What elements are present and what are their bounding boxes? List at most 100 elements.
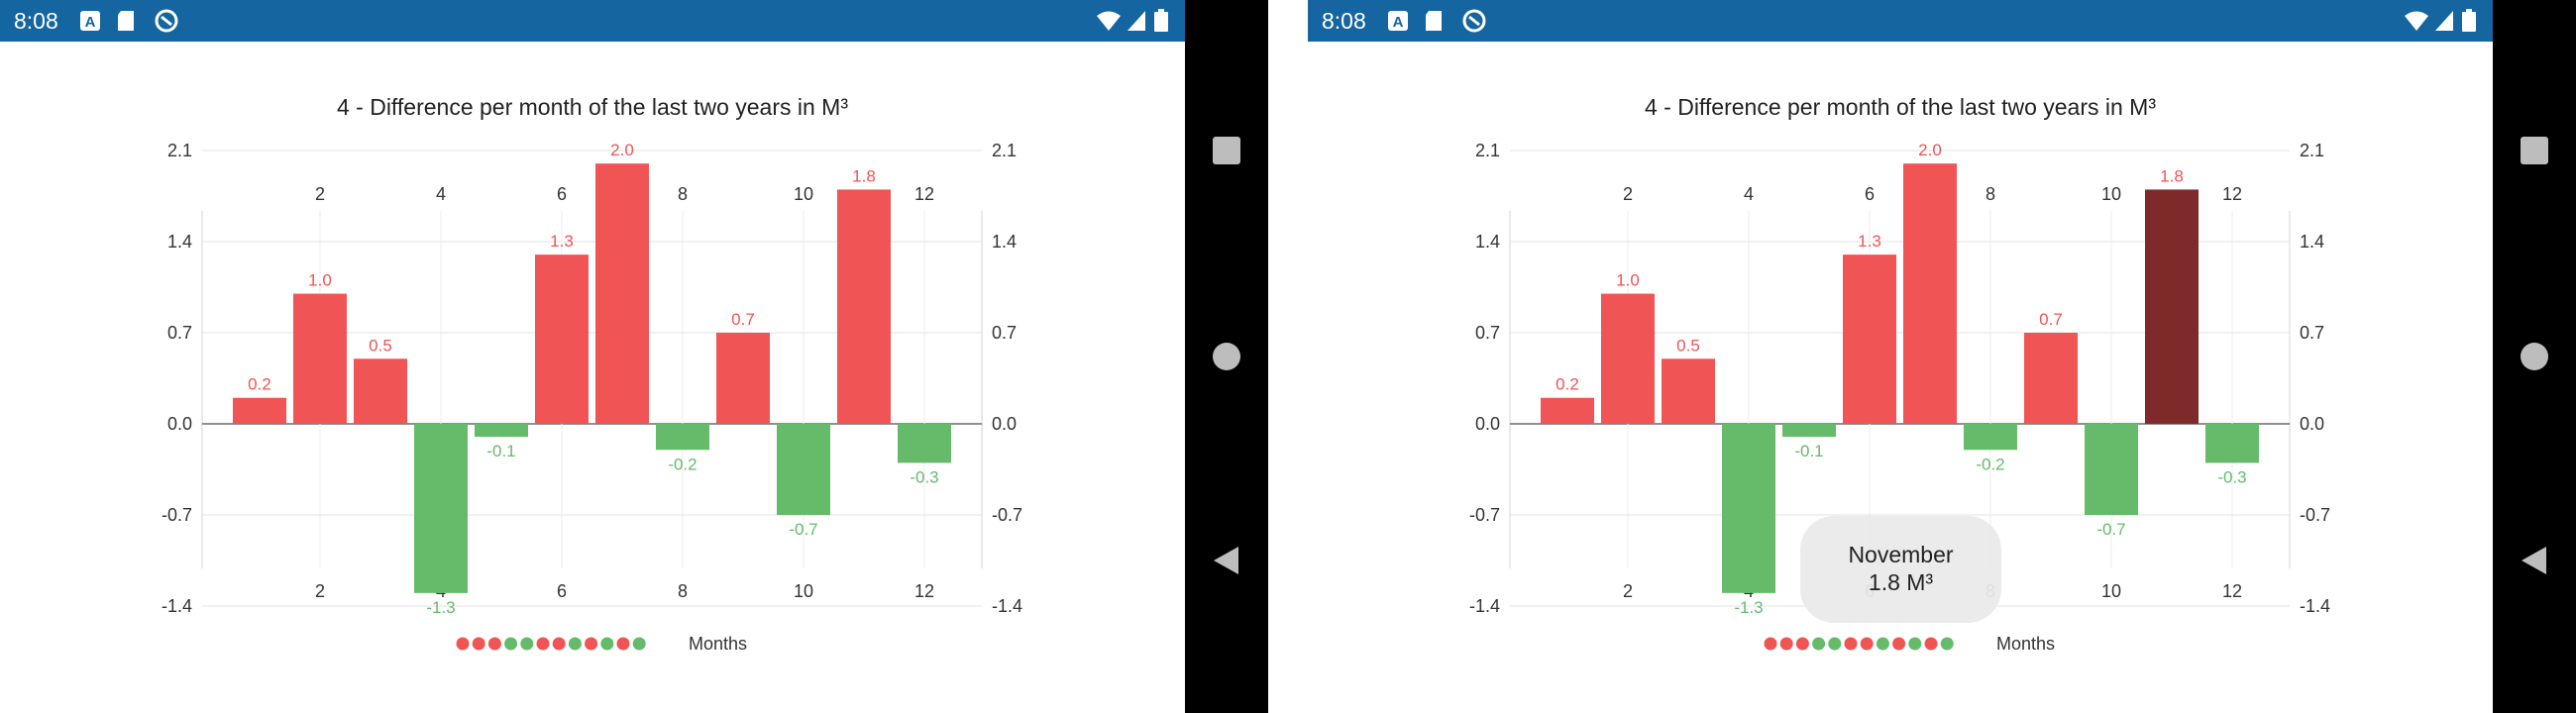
legend-dot xyxy=(616,637,630,651)
x-tick-label-top: 10 xyxy=(2101,184,2121,204)
legend-dot xyxy=(1764,637,1777,651)
bar-data-label: 2.0 xyxy=(1918,141,1942,159)
phone-screen-left: 8:08 A 4 - Difference per month of the l… xyxy=(0,0,1268,713)
bar[interactable] xyxy=(1782,424,1836,438)
x-tick-label-bottom: 10 xyxy=(794,581,813,601)
x-tick-label-top: 2 xyxy=(315,184,325,204)
recents-icon[interactable] xyxy=(2517,133,2552,168)
legend-dot xyxy=(1892,637,1906,651)
navigation-bar xyxy=(1185,0,1268,713)
x-tick-label-top: 4 xyxy=(1744,184,1754,204)
bar[interactable] xyxy=(1662,358,1715,424)
bar[interactable] xyxy=(595,163,649,424)
bar[interactable] xyxy=(2145,189,2199,424)
bar[interactable] xyxy=(1601,293,1655,424)
legend-dot xyxy=(585,637,598,651)
y-tick-label-left: -0.7 xyxy=(161,505,192,525)
y-tick-label-right: -0.7 xyxy=(2300,505,2330,525)
bar[interactable] xyxy=(656,424,709,451)
legend-dot xyxy=(1828,637,1842,651)
bar[interactable] xyxy=(414,424,468,593)
bar[interactable] xyxy=(777,424,830,515)
x-tick-label-bottom: 12 xyxy=(2222,581,2242,601)
x-tick-label-top: 10 xyxy=(794,184,813,204)
bar[interactable] xyxy=(837,189,891,424)
legend-dot xyxy=(1779,637,1793,651)
home-icon[interactable] xyxy=(1209,339,1244,374)
bar[interactable] xyxy=(475,424,528,438)
bar[interactable] xyxy=(898,424,951,463)
bar[interactable] xyxy=(535,255,589,424)
legend-dot xyxy=(536,637,550,651)
bar-data-label: -0.1 xyxy=(1794,442,1823,460)
y-tick-label-left: 0.7 xyxy=(167,323,192,343)
bar-data-label: -0.2 xyxy=(668,455,697,473)
legend-dot xyxy=(552,637,566,651)
bar[interactable] xyxy=(293,293,347,424)
y-tick-label-left: 1.4 xyxy=(167,232,192,252)
legend-dot xyxy=(504,637,518,651)
x-tick-label-top: 8 xyxy=(678,184,688,204)
legend-dot xyxy=(1795,637,1809,651)
x-tick-label-top: 12 xyxy=(914,184,934,204)
bar-tooltip: November 1.8 M³ xyxy=(1800,516,2001,623)
bar[interactable] xyxy=(2085,424,2138,515)
bar-data-label: 1.0 xyxy=(308,271,332,290)
tooltip-value: 1.8 M³ xyxy=(1868,569,1934,595)
y-tick-label-right: -0.7 xyxy=(992,505,1022,525)
x-tick-label-bottom: 8 xyxy=(678,581,688,601)
legend-dot xyxy=(487,637,501,651)
x-tick-label-top: 2 xyxy=(1623,184,1633,204)
x-tick-label-bottom: 6 xyxy=(557,581,567,601)
y-tick-label-right: -1.4 xyxy=(2300,596,2330,616)
y-tick-label-left: 0.0 xyxy=(1475,414,1500,434)
bar[interactable] xyxy=(2205,424,2259,463)
bar-data-label: -1.3 xyxy=(1734,598,1763,617)
bar-data-label: 0.7 xyxy=(2039,310,2063,329)
y-tick-label-left: 2.1 xyxy=(167,141,192,160)
legend-dot xyxy=(600,637,614,651)
back-icon[interactable] xyxy=(1209,543,1244,578)
x-tick-label-bottom: 12 xyxy=(914,581,934,601)
bar-data-label: 0.5 xyxy=(369,336,392,355)
y-tick-label-left: 0.7 xyxy=(1475,323,1500,343)
y-tick-label-right: 0.7 xyxy=(992,323,1017,343)
home-icon[interactable] xyxy=(2517,339,2552,374)
y-tick-label-right: -1.4 xyxy=(992,596,1022,616)
legend-dot xyxy=(520,637,534,651)
bar[interactable] xyxy=(716,333,770,424)
back-icon[interactable] xyxy=(2517,543,2552,578)
bar-data-label: 0.2 xyxy=(248,375,271,394)
bar-data-label: 0.2 xyxy=(1556,375,1579,394)
y-tick-label-left: -1.4 xyxy=(1469,596,1500,616)
bar-data-label: -0.3 xyxy=(910,467,938,486)
bar[interactable] xyxy=(1843,255,1896,424)
y-tick-label-right: 0.0 xyxy=(992,414,1017,434)
bar-data-label: 1.3 xyxy=(1858,232,1881,251)
bar-data-label: -0.7 xyxy=(2096,520,2125,539)
x-tick-label-top: 6 xyxy=(557,184,567,204)
bar-chart[interactable]: 2.1 2.1 1.4 1.4 0.7 0.7 0.0 0.0 -0.7 -0.7 -1.4 -1.4… xyxy=(0,0,1185,713)
recents-icon[interactable] xyxy=(1209,133,1244,168)
bar[interactable] xyxy=(1541,397,1594,424)
bar-data-label: 2.0 xyxy=(610,141,634,159)
bar[interactable] xyxy=(354,358,407,424)
x-tick-label-top: 6 xyxy=(1865,184,1875,204)
navigation-bar xyxy=(2493,0,2576,713)
bar[interactable] xyxy=(233,397,286,424)
legend-label: Months xyxy=(1996,634,2056,654)
bar-data-label: 1.3 xyxy=(550,232,574,251)
bar-data-label: 0.7 xyxy=(731,310,755,329)
bar-data-label: -0.3 xyxy=(2217,467,2246,486)
bar[interactable] xyxy=(1722,424,1775,593)
bar[interactable] xyxy=(1964,424,2017,451)
bar-data-label: 1.8 xyxy=(852,166,876,185)
y-tick-label-right: 1.4 xyxy=(2300,232,2324,252)
bar-data-label: 1.0 xyxy=(1616,271,1640,290)
bar[interactable] xyxy=(1903,163,1957,424)
bar[interactable] xyxy=(2024,333,2078,424)
y-tick-label-left: -0.7 xyxy=(1469,505,1500,525)
y-tick-label-right: 0.7 xyxy=(2300,323,2324,343)
x-tick-label-top: 12 xyxy=(2222,184,2242,204)
bar-data-label: -0.1 xyxy=(486,442,515,460)
